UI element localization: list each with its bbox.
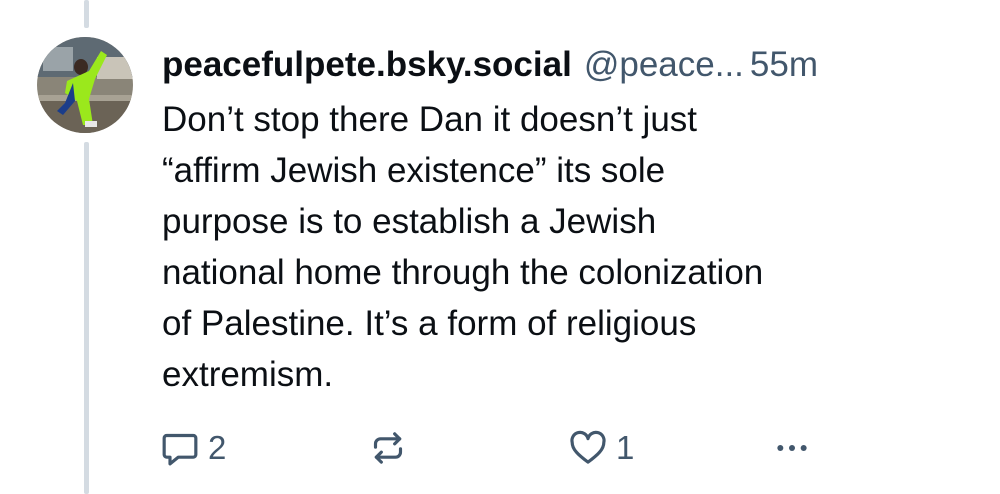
more-options-button[interactable] <box>772 424 812 472</box>
post-text-line: national home through the colonization <box>162 253 764 292</box>
heart-icon <box>570 430 606 464</box>
avatar-photo <box>37 37 133 133</box>
post-actions: 2 1 <box>160 424 980 472</box>
avatar[interactable] <box>37 37 133 133</box>
like-count: 1 <box>616 429 635 466</box>
post-text-line: purpose is to establish a Jewish <box>162 202 657 241</box>
repost-icon <box>373 432 403 464</box>
thread-line-bottom <box>84 142 89 494</box>
post-time[interactable]: 55m <box>750 40 818 90</box>
post-text-line: “affirm Jewish existence” its sole <box>162 151 666 190</box>
repost-button[interactable] <box>368 424 408 472</box>
post-text: Don’t stop there Dan it doesn’t just “af… <box>162 94 962 400</box>
post[interactable]: peacefulpete.bsky.social @peace... 55m D… <box>162 40 972 400</box>
reply-count: 2 <box>208 429 227 466</box>
display-name[interactable]: peacefulpete.bsky.social <box>162 40 572 90</box>
like-button[interactable]: 1 <box>568 424 634 472</box>
post-text-line: extremism. <box>162 355 334 394</box>
reply-button[interactable]: 2 <box>160 424 226 472</box>
reply-bubble-icon <box>162 433 198 466</box>
post-text-line: Don’t stop there Dan it doesn’t just <box>162 100 698 139</box>
post-header: peacefulpete.bsky.social @peace... 55m <box>162 40 972 90</box>
post-text-line: of Palestine. It’s a form of religious <box>162 304 697 343</box>
more-dots-icon <box>777 445 807 451</box>
handle[interactable]: @peace... <box>584 40 744 90</box>
thread-line-top <box>84 0 89 28</box>
